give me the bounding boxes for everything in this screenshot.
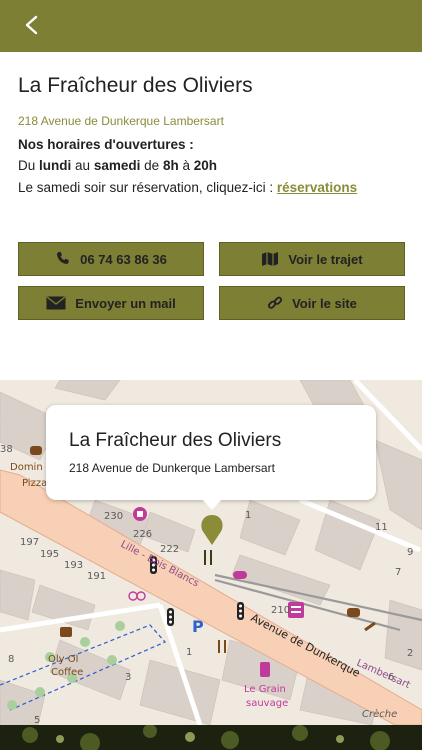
svg-text:195: 195 xyxy=(40,549,59,560)
restaurant-info: La Fraîcheur des Oliviers 218 Avenue de … xyxy=(0,52,422,380)
svg-text:230: 230 xyxy=(104,511,123,522)
restaurant-name: La Fraîcheur des Oliviers xyxy=(18,74,253,97)
map-icon xyxy=(261,251,279,267)
hours-prefix: Du xyxy=(18,158,36,173)
hours-from: de xyxy=(144,158,160,173)
reservation-text: Le samedi soir sur réservation, cliquez-… xyxy=(18,180,274,195)
restaurant-photo xyxy=(0,725,422,750)
svg-text:Pizza: Pizza xyxy=(22,478,47,489)
hours-line: Du lundi au samedi de 8h à 20h xyxy=(18,158,217,173)
svg-text:Coffee: Coffee xyxy=(51,667,83,678)
svg-text:193: 193 xyxy=(64,560,83,571)
hours-title: Nos horaires d'ouvertures : xyxy=(18,137,194,152)
svg-text:Le Grain: Le Grain xyxy=(244,684,286,695)
svg-text:9: 9 xyxy=(407,547,413,558)
svg-text:197: 197 xyxy=(20,537,39,548)
svg-text:222: 222 xyxy=(160,544,179,555)
map-popup-address: 218 Avenue de Dunkerque Lambersart xyxy=(69,461,275,475)
chevron-left-icon xyxy=(25,15,38,35)
hours-to: à xyxy=(182,158,190,173)
reservation-link[interactable]: réservations xyxy=(277,180,357,195)
svg-text:1: 1 xyxy=(245,510,251,521)
svg-text:P: P xyxy=(192,617,204,636)
svg-text:Oly Ol: Oly Ol xyxy=(48,654,78,665)
map-popup[interactable]: La Fraîcheur des Oliviers 218 Avenue de … xyxy=(46,405,376,500)
hours-day-start: lundi xyxy=(39,158,72,173)
reservation-line: Le samedi soir sur réservation, cliquez-… xyxy=(18,180,357,195)
app-header xyxy=(0,0,422,52)
hours-day-end: samedi xyxy=(93,158,141,173)
envelope-icon xyxy=(46,296,66,310)
svg-text:8: 8 xyxy=(8,654,14,665)
svg-text:226: 226 xyxy=(133,529,152,540)
map-popup-arrow xyxy=(201,498,223,510)
svg-text:7: 7 xyxy=(395,567,401,578)
map-view[interactable]: P Domin Pizza 38 230 226 222 197 195 193… xyxy=(0,380,422,725)
svg-text:191: 191 xyxy=(87,571,106,582)
call-button-label: 06 74 63 86 36 xyxy=(80,251,167,267)
route-button-label: Voir le trajet xyxy=(288,251,363,267)
svg-text:11: 11 xyxy=(375,522,388,533)
hours-connector: au xyxy=(75,158,91,173)
svg-text:Crèche: Crèche xyxy=(362,708,397,720)
hours-time-end: 20h xyxy=(193,158,218,173)
svg-text:sauvage: sauvage xyxy=(246,698,288,709)
link-icon xyxy=(267,295,283,311)
site-button[interactable]: Voir le site xyxy=(219,286,405,320)
svg-text:2: 2 xyxy=(407,648,413,659)
phone-icon xyxy=(55,251,71,267)
hours-time-start: 8h xyxy=(162,158,179,173)
svg-text:3: 3 xyxy=(125,672,131,683)
svg-text:210: 210 xyxy=(271,605,290,616)
mail-button[interactable]: Envoyer un mail xyxy=(18,286,204,320)
svg-text:1: 1 xyxy=(186,647,192,658)
mail-button-label: Envoyer un mail xyxy=(75,295,176,311)
svg-text:38: 38 xyxy=(0,444,13,455)
back-button[interactable] xyxy=(18,10,48,40)
svg-text:5: 5 xyxy=(34,715,40,725)
map-popup-title: La Fraîcheur des Oliviers xyxy=(69,430,282,451)
route-button[interactable]: Voir le trajet xyxy=(219,242,405,276)
site-button-label: Voir le site xyxy=(292,295,357,311)
svg-text:Domin: Domin xyxy=(10,462,43,473)
call-button[interactable]: 06 74 63 86 36 xyxy=(18,242,204,276)
restaurant-address: 218 Avenue de Dunkerque Lambersart xyxy=(18,114,224,128)
